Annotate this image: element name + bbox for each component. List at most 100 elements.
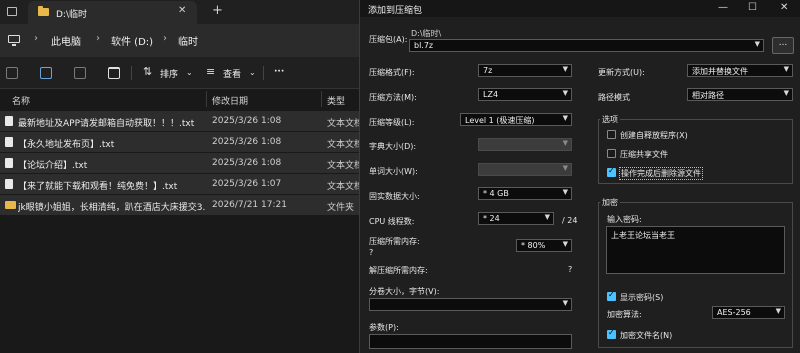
chevron-down-icon[interactable]: ▼ [563,188,568,196]
delete-icon[interactable] [108,67,120,79]
chevron-down-icon[interactable]: ▼ [563,65,568,73]
file-row[interactable]: 【来了就能下载和观看！纯免费！】.txt 2025/3/26 1:07 文本文档 [0,174,360,194]
password-input[interactable]: 上老王论坛当老王 [606,226,785,274]
close-icon[interactable]: ✕ [780,2,788,13]
level-select[interactable]: Level 1 (极速压缩) ▼ [460,113,572,126]
path-mode-label: 路径模式 [598,93,630,102]
chevron-down-icon[interactable]: ▼ [563,89,568,97]
chevron-down-icon[interactable]: ⌄ [186,68,193,77]
tab-current-folder[interactable]: D:\临时 ✕ [28,1,197,24]
close-tab-icon[interactable]: ✕ [178,5,186,16]
minimize-icon[interactable]: — [718,2,728,13]
view-button[interactable]: 查看 [223,67,241,80]
split-volume-combobox[interactable]: ▼ [369,298,572,311]
word-size-select: ▼ [478,163,572,176]
shared-files-checkbox[interactable] [607,149,616,158]
chevron-down-icon[interactable]: ▼ [563,299,568,307]
split-volume-label: 分卷大小，字节(V): [369,287,440,296]
chevron-down-icon[interactable]: ▼ [784,65,789,73]
dialog-titlebar[interactable]: 添加到压缩包 — ☐ ✕ [360,0,800,17]
show-password-checkbox-label[interactable]: 显示密码(S) [620,292,663,303]
parameters-input[interactable] [369,334,572,349]
update-mode-select[interactable]: 添加并替换文件 ▼ [687,64,793,77]
format-label: 压缩格式(F): [369,68,415,77]
file-row[interactable]: 最新地址及APP请发邮箱自动获取！！！.txt 2025/3/26 1:08 文… [0,111,360,131]
level-value: Level 1 (极速压缩) [465,116,535,125]
chevron-down-icon: ▼ [562,164,568,172]
chevron-right-icon[interactable]: › [96,33,100,44]
chevron-down-icon[interactable]: ▼ [776,307,781,315]
folder-row[interactable]: jk眼镜小姐姐，长相清纯，趴在酒店大床援交3... 2026/7/21 17:2… [0,195,360,215]
cut-icon[interactable] [6,67,18,79]
address-bar[interactable]: › 此电脑 › 软件 (D:) › 临时 [0,24,360,57]
sort-button[interactable]: 排序 [160,67,178,80]
column-header-date[interactable]: 修改日期 [212,94,248,107]
folder-name: jk眼镜小姐姐，长相清纯，趴在酒店大床援交3... [18,203,206,213]
solid-block-size-value: * 4 GB [483,189,509,198]
new-tab-icon[interactable]: + [212,3,223,18]
memory-usage-label: 压缩所需内存: [369,237,420,246]
encrypt-file-names-checkbox[interactable] [607,328,616,339]
more-options-button[interactable]: ··· [274,67,284,77]
browse-button[interactable]: ... [772,37,794,54]
share-icon[interactable] [74,67,86,79]
memory-usage-amount: ? [369,248,374,257]
column-header-type[interactable]: 类型 [327,94,345,107]
dialog-title: 添加到压缩包 [368,6,423,16]
file-date: 2025/3/26 1:08 [212,116,282,126]
encrypt-file-names-checkbox-label[interactable]: 加密文件名(N) [620,330,672,341]
command-bar: ⇅ 排序 ⌄ ≡ 查看 ⌄ ··· [0,57,360,89]
word-size-label: 单词大小(W): [369,167,418,176]
file-type: 文本文档 [327,119,360,129]
archive-name-combobox[interactable]: bl.7z ▼ [409,39,764,52]
breadcrumb-drive-d[interactable]: 软件 (D:) [111,33,153,48]
maximize-icon[interactable]: ☐ [748,2,757,13]
chevron-down-icon[interactable]: ▼ [563,240,568,248]
method-select[interactable]: LZ4 ▼ [478,88,572,101]
column-header-name[interactable]: 名称 [12,94,30,107]
cpu-threads-label: CPU 线程数: [369,217,415,226]
encryption-method-select[interactable]: AES-256 ▼ [712,306,785,319]
sfx-checkbox[interactable] [607,130,616,139]
encryption-group-title: 加密 [600,197,620,208]
chevron-down-icon[interactable]: ⌄ [249,68,256,77]
computer-icon[interactable] [8,35,20,46]
file-row[interactable]: 【论坛介绍】.txt 2025/3/26 1:08 文本文档 [0,153,360,173]
file-explorer-window: D:\临时 ✕ + › 此电脑 › 软件 (D:) › 临时 ⇅ 排序 ⌄ ≡ … [0,0,360,353]
memory-usage-select[interactable]: * 80% ▼ [516,239,572,252]
chevron-down-icon[interactable]: ▼ [563,114,568,122]
solid-block-size-select[interactable]: * 4 GB ▼ [478,187,572,200]
breadcrumb-temp-folder[interactable]: 临时 [178,33,198,48]
sort-icon[interactable]: ⇅ [143,65,152,78]
text-file-icon [5,137,13,147]
file-date: 2025/3/26 1:08 [212,137,282,147]
column-divider[interactable] [206,91,207,107]
file-row[interactable]: 【永久地址发布页】.txt 2025/3/26 1:08 文本文档 [0,132,360,152]
file-name: 【来了就能下载和观看！纯免费！】.txt [18,182,178,192]
chevron-down-icon[interactable]: ▼ [545,213,550,221]
cpu-threads-select[interactable]: * 24 ▼ [478,212,554,225]
delete-after-compress-checkbox-label[interactable]: 操作完成后删除源文件 [619,167,703,180]
solid-block-size-label: 固实数据大小: [369,192,420,201]
tab-bar: D:\临时 ✕ + [0,0,360,24]
parameters-label: 参数(P): [369,323,399,332]
password-label: 输入密码: [607,215,642,224]
chevron-down-icon[interactable]: ▼ [755,40,760,48]
show-password-checkbox[interactable] [607,290,616,301]
chevron-right-icon[interactable]: › [163,33,167,44]
file-type: 文本文档 [327,161,360,171]
chevron-down-icon[interactable]: ▼ [784,89,789,97]
folder-type: 文件夹 [327,203,355,213]
breadcrumb-this-pc[interactable]: 此电脑 [51,33,81,48]
sfx-checkbox-label[interactable]: 创建自释放程序(X) [620,130,688,141]
folder-date: 2026/7/21 17:21 [212,200,287,210]
view-icon[interactable]: ≡ [206,65,215,78]
path-mode-select[interactable]: 相对路径 ▼ [687,88,793,101]
shared-files-checkbox-label[interactable]: 压缩共享文件 [620,149,668,160]
format-select[interactable]: 7z ▼ [478,64,572,77]
chevron-right-icon[interactable]: › [34,33,38,44]
copy-icon[interactable] [40,67,52,79]
delete-after-compress-checkbox[interactable] [607,166,616,177]
tab-actions-icon[interactable] [7,7,17,16]
column-divider[interactable] [321,91,322,107]
